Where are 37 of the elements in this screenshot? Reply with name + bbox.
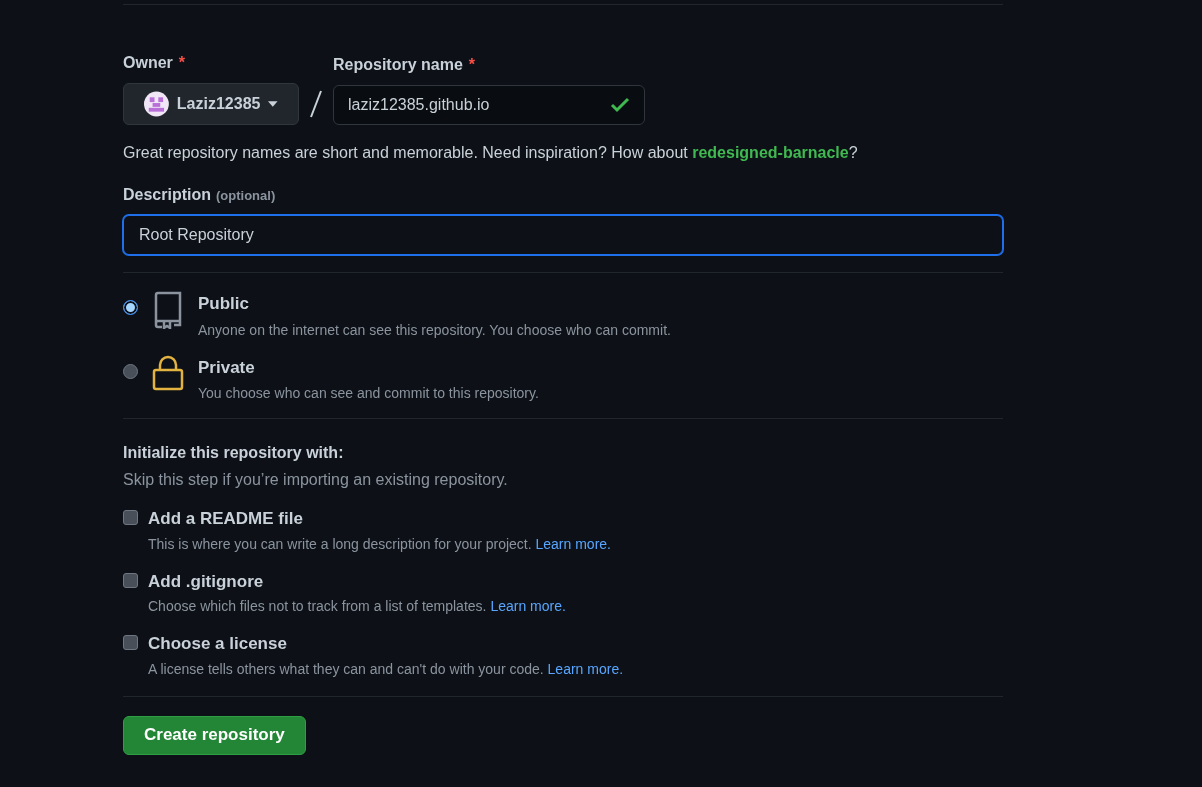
radio-button[interactable]: [123, 300, 138, 315]
suggestion-link[interactable]: redesigned-barnacle: [692, 144, 849, 161]
required-mark: *: [468, 55, 476, 75]
learn-more-link[interactable]: Learn more.: [490, 598, 566, 614]
book-icon: [152, 291, 184, 329]
learn-more-link[interactable]: Learn more.: [535, 535, 611, 552]
visibility-description: Anyone on the internet can see this repository. You choose who can commit.: [198, 320, 671, 340]
radio-button[interactable]: [123, 363, 138, 379]
checkbox[interactable]: [123, 572, 138, 588]
caret-icon: [268, 101, 278, 107]
name-hint: Great repository names are short and memorable. Need inspiration? How about redesigned-barnacle?: [123, 143, 859, 163]
lock-icon: [152, 354, 184, 391]
learn-more-link[interactable]: Learn more.: [547, 660, 624, 677]
avatar-icon: [144, 91, 169, 117]
option-title: Choose a license: [148, 633, 288, 655]
checkbox[interactable]: [123, 635, 138, 650]
slash-icon: [309, 90, 323, 118]
optional-note: (optional): [216, 187, 276, 205]
initialize-title: Initialize this repository with:: [123, 443, 345, 463]
option-description: A license tells others what they can and can't do with your code. Learn more.: [148, 659, 624, 679]
required-mark: *: [178, 53, 186, 73]
create-repository-button[interactable]: Create repository: [123, 715, 306, 755]
visibility-title: Public: [198, 293, 250, 315]
option-title: Add .gitignore: [148, 570, 265, 593]
owner-label: Owner: [123, 53, 173, 73]
option-title: Add a README file: [148, 508, 304, 530]
checkbox[interactable]: [123, 510, 138, 525]
owner-dropdown[interactable]: Laziz12385: [123, 83, 299, 125]
visibility-description: You choose who can see and commit to this repository.: [198, 384, 539, 403]
option-description: This is where you can write a long description for your project. Learn more.: [148, 534, 611, 554]
option-description: Choose which files not to track from a list of templates. Learn more.: [148, 597, 566, 616]
visibility-title: Private: [198, 356, 256, 379]
repository-name-label: Repository name: [333, 55, 463, 75]
initialize-subtitle: Skip this step if you’re importing an existing repository.: [123, 470, 509, 490]
repository-name-field[interactable]: laziz12385.github.io: [333, 85, 645, 125]
description-field[interactable]: Root Repository: [123, 215, 1003, 255]
description-label: Description: [123, 185, 211, 205]
